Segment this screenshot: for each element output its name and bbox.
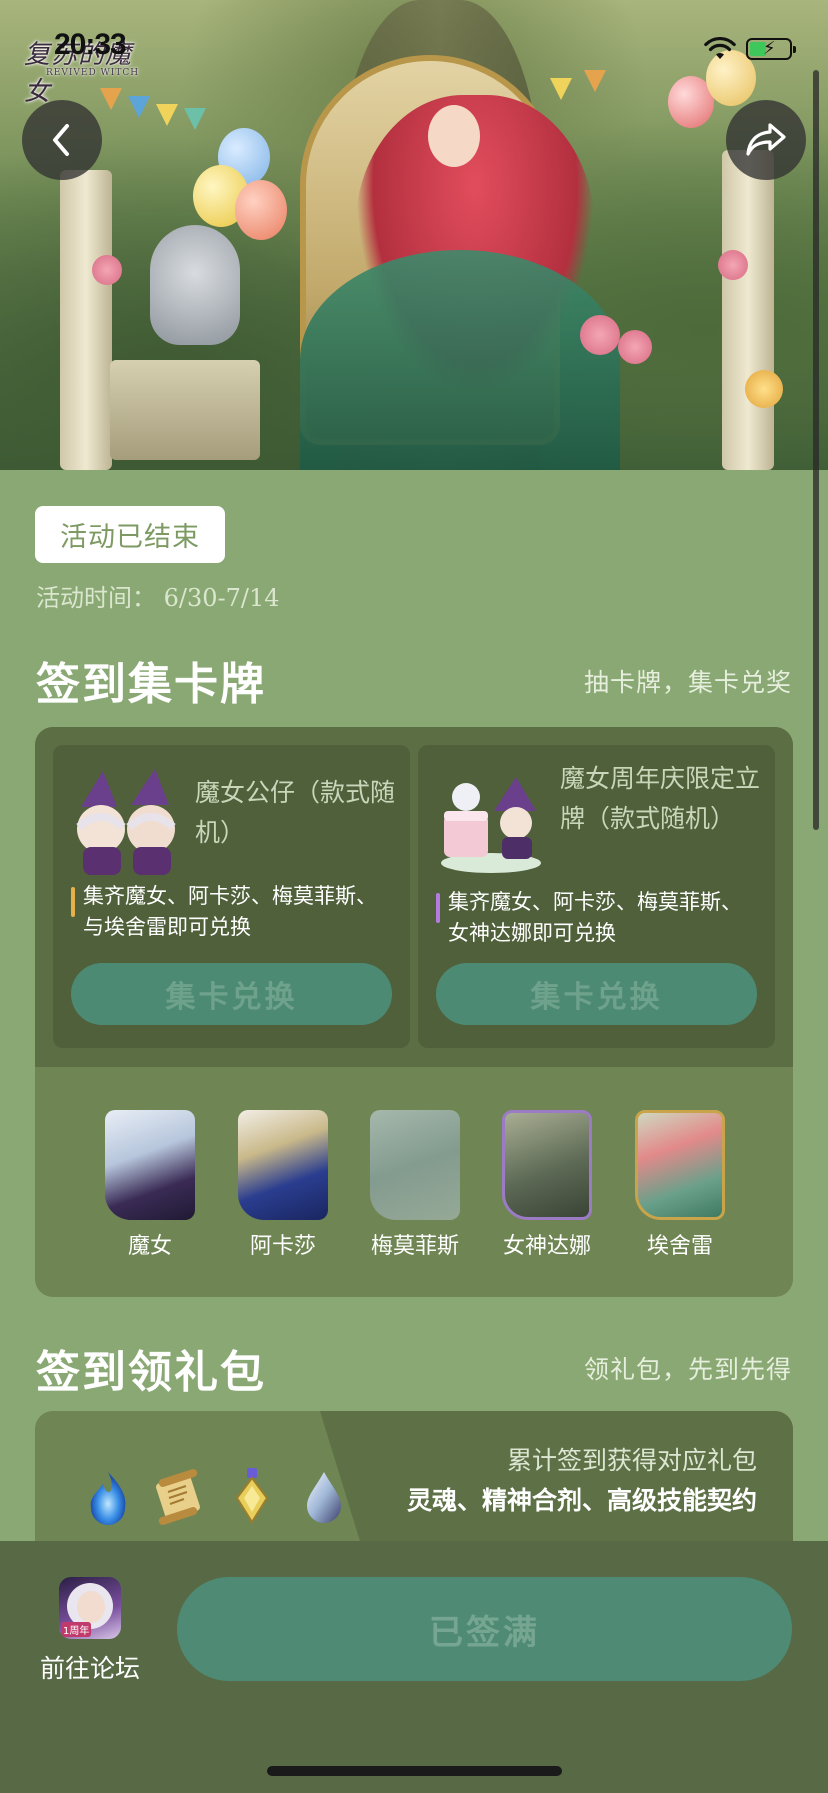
- page-scrollbar[interactable]: [813, 70, 819, 830]
- banner-character-dress: [300, 250, 620, 470]
- chevron-left-icon: [53, 124, 69, 156]
- bunting-flag: [100, 88, 122, 110]
- prize-card-plush: 魔女公仔（款式随机） 集齐魔女、阿卡莎、梅莫菲斯、与埃舍雷即可兑换 集卡兑换: [53, 745, 410, 1048]
- forum-label: 前往论坛: [39, 1654, 140, 1683]
- back-button[interactable]: [22, 100, 102, 180]
- redeem-cards-button[interactable]: 集卡兑换: [436, 963, 757, 1025]
- character-cards-row: 魔女 阿卡莎 梅莫菲斯 女神达娜 埃舍雷: [35, 1110, 793, 1270]
- prize-condition: 集齐魔女、阿卡莎、梅莫菲斯、与埃舍雷即可兑换: [71, 881, 396, 943]
- character-name: 女神达娜: [502, 1234, 591, 1259]
- card-art-akasha: [238, 1110, 328, 1220]
- banner-pedestal: [110, 360, 260, 460]
- character-card-akasha[interactable]: 阿卡莎: [238, 1110, 328, 1260]
- potion-icon: [235, 1468, 269, 1524]
- bunting-flag: [184, 108, 206, 130]
- anniversary-badge: 1周年: [61, 1622, 92, 1637]
- banner-owl-mascot: [150, 225, 240, 345]
- gift-section-title: 签到领礼包: [36, 1347, 266, 1398]
- character-card-memphis[interactable]: 梅莫菲斯: [370, 1110, 460, 1260]
- banner-flower: [745, 370, 783, 408]
- card-art-witch: [105, 1110, 195, 1220]
- event-time-range: 6/30-7/14: [163, 584, 280, 612]
- prize-card-standee: 魔女周年庆限定立牌（款式随机） 集齐魔女、阿卡莎、梅莫菲斯、女神达娜即可兑换 集…: [418, 745, 775, 1048]
- bunting-flag: [128, 96, 150, 118]
- card-art-esher: [635, 1110, 725, 1220]
- share-icon: [746, 123, 786, 156]
- wifi-icon: [704, 37, 736, 59]
- banner-rose: [618, 330, 652, 364]
- prize-area: 魔女公仔（款式随机） 集齐魔女、阿卡莎、梅莫菲斯、与埃舍雷即可兑换 集卡兑换 魔…: [35, 727, 793, 1067]
- home-indicator[interactable]: [267, 1766, 562, 1776]
- prize-condition-text: 集齐魔女、阿卡莎、梅莫菲斯、与埃舍雷即可兑换: [83, 884, 377, 939]
- character-name: 梅莫菲斯: [370, 1234, 459, 1259]
- prize-accent-bar: [71, 887, 75, 917]
- soul-flame-icon: [90, 1472, 126, 1525]
- battery-icon: ⚡: [746, 38, 796, 60]
- character-name: 魔女: [127, 1234, 172, 1259]
- event-status-badge: 活动已结束: [35, 506, 225, 563]
- bunting-flag: [584, 70, 606, 92]
- share-button[interactable]: [726, 100, 806, 180]
- prize-accent-bar: [436, 893, 440, 923]
- prize-name: 魔女周年庆限定立牌（款式随机）: [560, 764, 761, 833]
- bottom-action-bar: 1周年 前往论坛 已签满: [0, 1541, 828, 1793]
- event-time: 活动时间： 6/30-7/14: [36, 578, 280, 613]
- banner-rose: [580, 315, 620, 355]
- forum-link[interactable]: 1周年 前往论坛: [36, 1577, 144, 1685]
- gift-section-subtitle: 领礼包，先到先得: [583, 1355, 792, 1384]
- banner-rose: [718, 250, 748, 280]
- redeem-cards-button[interactable]: 集卡兑换: [71, 963, 392, 1025]
- scroll-icon: [156, 1469, 200, 1525]
- bunting-flag: [156, 104, 178, 126]
- prize-name: 魔女公仔（款式随机）: [195, 778, 396, 847]
- character-card-esher[interactable]: 埃舍雷: [635, 1110, 725, 1260]
- banner-pillar-left: [60, 170, 112, 470]
- event-time-label: 活动时间：: [36, 584, 156, 612]
- card-section-subtitle: 抽卡牌，集卡兑奖: [583, 668, 792, 697]
- status-icons: ⚡: [704, 36, 796, 62]
- gift-panel: 累计签到获得对应礼包 灵魂、精神合剂、高级技能契约: [35, 1411, 793, 1541]
- forum-avatar: 1周年: [59, 1577, 121, 1639]
- standee-image: [441, 777, 541, 873]
- prize-condition-text: 集齐魔女、阿卡莎、梅莫菲斯、女神达娜即可兑换: [448, 890, 742, 945]
- status-time: 20:33: [54, 28, 127, 61]
- bunting-flag: [550, 78, 572, 100]
- balloon-orange: [235, 180, 287, 240]
- character-card-witch[interactable]: 魔女: [105, 1110, 195, 1260]
- plush-doll-image: [76, 769, 176, 875]
- gift-description: 累计签到获得对应礼包: [506, 1446, 757, 1475]
- card-collection-panel: 魔女公仔（款式随机） 集齐魔女、阿卡莎、梅莫菲斯、与埃舍雷即可兑换 集卡兑换 魔…: [35, 727, 793, 1297]
- crystal-drop-icon: [307, 1472, 341, 1523]
- card-art-dana: [502, 1110, 592, 1220]
- prize-condition: 集齐魔女、阿卡莎、梅莫菲斯、女神达娜即可兑换: [436, 887, 761, 949]
- card-section-title: 签到集卡牌: [36, 659, 266, 710]
- character-card-dana[interactable]: 女神达娜: [502, 1110, 592, 1260]
- signin-full-button[interactable]: 已签满: [177, 1577, 792, 1681]
- banner-pillar-right: [722, 150, 774, 470]
- game-logo-subtext: REVIVED WITCH: [46, 68, 140, 78]
- character-name: 阿卡莎: [249, 1234, 316, 1259]
- banner-rose: [92, 255, 122, 285]
- banner-character-face: [428, 105, 480, 167]
- gift-rewards: 灵魂、精神合剂、高级技能契约: [406, 1486, 757, 1515]
- card-art-memphis: [370, 1110, 460, 1220]
- character-name: 埃舍雷: [646, 1234, 713, 1259]
